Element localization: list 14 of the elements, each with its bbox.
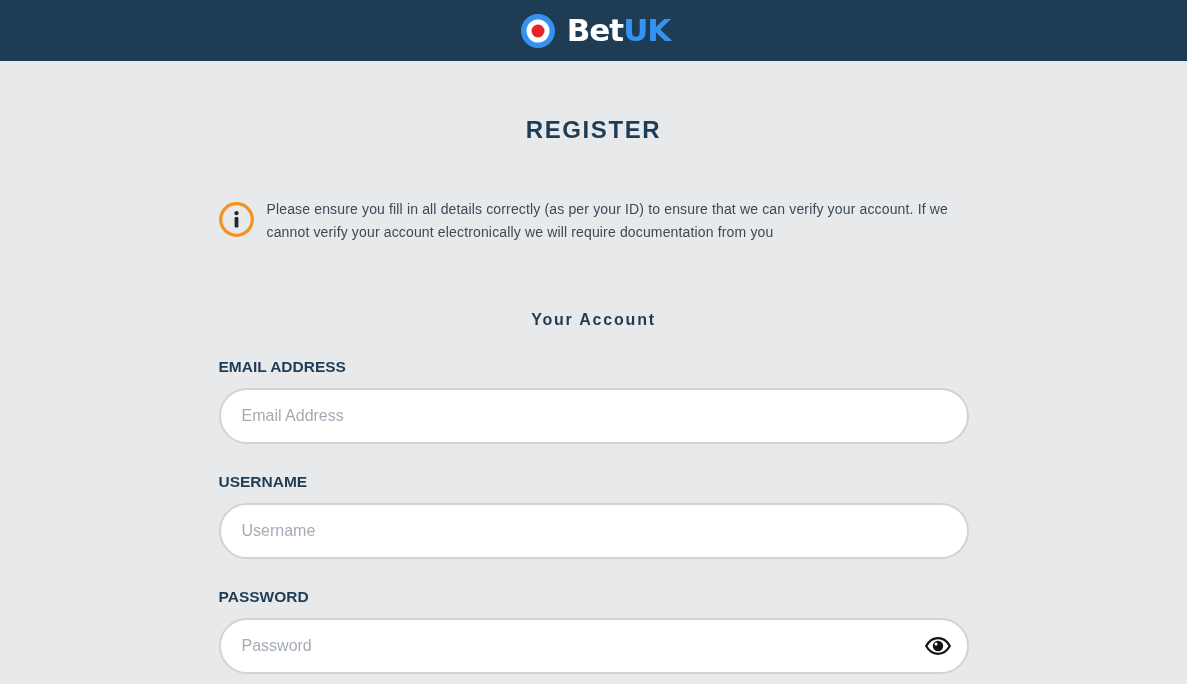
field-label: EMAIL ADDRESS <box>218 357 347 377</box>
field-label: USERNAME <box>218 472 309 492</box>
show-password-button[interactable] <box>924 637 951 655</box>
notice-text: Please ensure you fill in all details correctly (as per your ID) to ensure that we can verify your account. If we cannot verify your account electronically we will require documentation from you <box>266 200 949 242</box>
field-label: PASSWORD <box>218 587 310 607</box>
eye-icon <box>924 637 951 655</box>
text-field[interactable]: Email Address <box>218 388 969 444</box>
section-title: Your Account <box>530 310 657 330</box>
logo-wordmark: BetUK <box>566 15 671 46</box>
target-logo-icon <box>520 13 555 48</box>
text-field[interactable]: Username <box>218 503 969 559</box>
page-title: REGISTER <box>524 115 663 145</box>
password-field[interactable]: Password <box>218 618 969 674</box>
info-icon <box>218 202 254 237</box>
